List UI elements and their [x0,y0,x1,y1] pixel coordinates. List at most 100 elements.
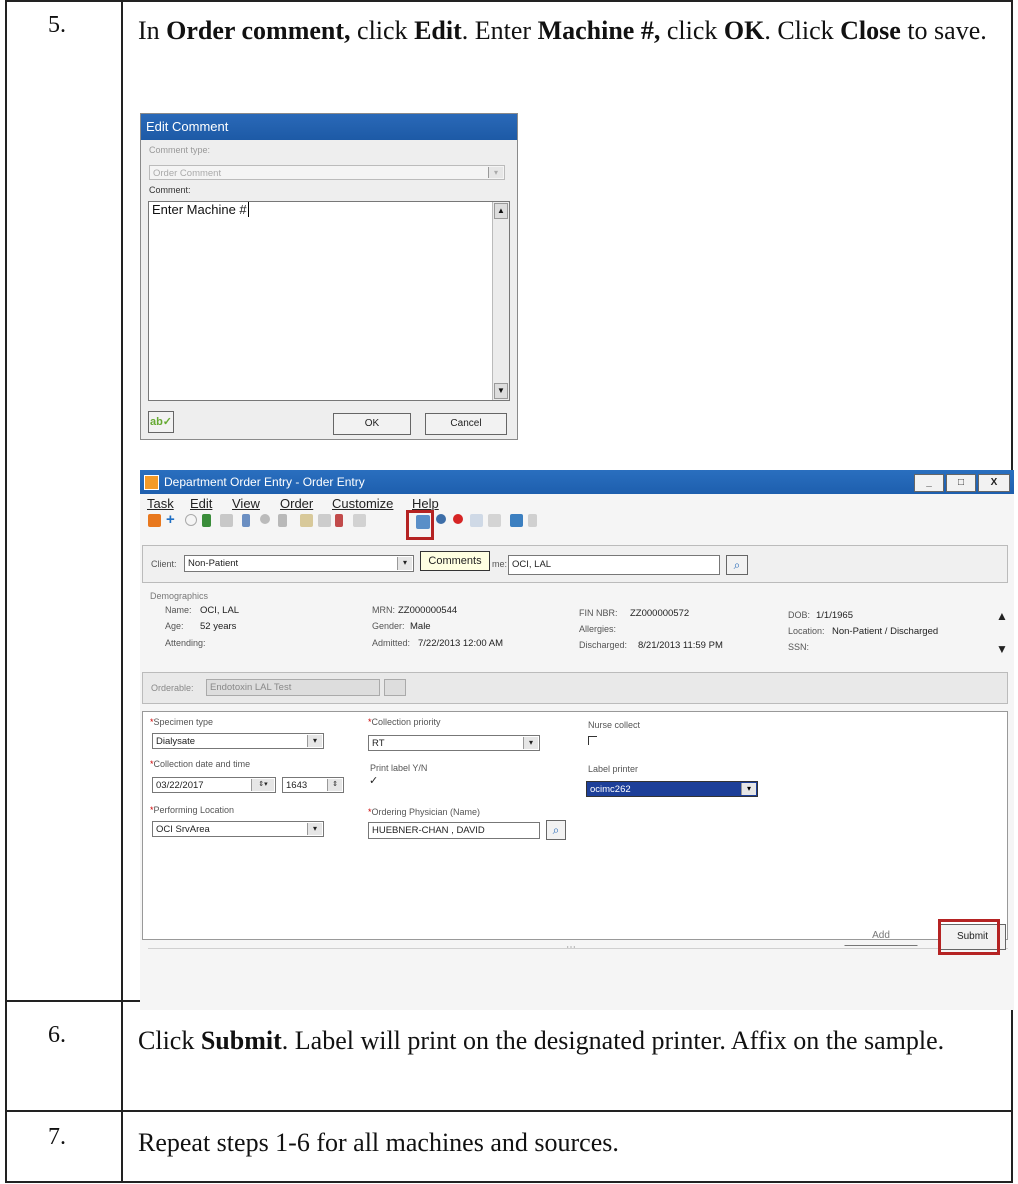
copy-icon[interactable] [220,514,233,527]
menu-customize[interactable]: Customize [332,496,393,511]
save-icon[interactable] [510,514,523,527]
menu-edit[interactable]: Edit [190,496,212,511]
admitted-value: 7/22/2013 12:00 AM [418,638,504,649]
maximize-button[interactable]: □ [946,474,976,492]
lab-icon[interactable] [335,514,343,527]
separator [148,948,1008,949]
step-number: 7. [48,1124,66,1150]
scroll-up-icon[interactable]: ▲ [996,609,1008,623]
name-field[interactable]: OCI, LAL [508,555,720,575]
submit-highlight [938,919,1000,955]
comment-type-select[interactable]: Order Comment ▾ [149,165,505,180]
client-select[interactable]: Non-Patient ▾ [184,555,414,572]
user-icon[interactable] [436,514,446,524]
comments-highlight [406,510,434,540]
ordering-physician-field[interactable]: HUEBNER-CHAN , DAVID [368,822,540,839]
modify-icon[interactable] [202,514,211,527]
comments-tooltip: Comments [420,551,490,571]
scrollbar[interactable]: ▲ ▼ [492,202,509,400]
collection-time-field[interactable]: 1643 ⇕ [282,777,344,793]
alert-icon[interactable] [453,514,463,524]
clipboard-icon[interactable] [353,514,366,527]
search-icon[interactable]: ⌕ [726,555,748,575]
folder-icon[interactable] [300,514,313,527]
date-spinner-icon[interactable]: ⇕▾ [251,779,274,791]
comment-textarea[interactable]: Enter Machine # ▲ ▼ [148,201,510,401]
menu-order[interactable]: Order [280,496,313,511]
close-button[interactable]: X [978,474,1010,492]
edit-comment-dialog: Edit Comment Comment type: Order Comment… [140,113,518,440]
performing-location-select[interactable]: OCI SrvArea ▾ [152,821,324,837]
time-spinner-icon[interactable]: ⇕ [327,779,342,791]
new-order-icon[interactable] [148,514,161,527]
specimen-type-label: *Specimen type [150,717,214,727]
add-button[interactable]: Add [844,926,918,946]
scroll-up-icon[interactable]: ▲ [494,203,508,219]
nurse-collect-label: Nurse collect [588,720,641,730]
orderable-field[interactable]: Endotoxin LAL Test [206,679,380,696]
chevron-down-icon: ▾ [488,167,503,178]
cancel-button[interactable]: Cancel [425,413,507,435]
nurse-collect-checkbox[interactable] [588,736,597,745]
chart-icon[interactable] [470,514,483,527]
mrn-label: MRN: [372,605,395,615]
scroll-down-icon[interactable]: ▼ [494,383,508,399]
refresh-icon[interactable] [260,514,270,524]
collection-priority-select[interactable]: RT ▾ [368,735,540,751]
ok-button[interactable]: OK [333,413,411,435]
performing-location-label: *Performing Location [150,805,235,815]
step-7-text: Repeat steps 1-6 for all machines and so… [138,1128,619,1157]
tag-icon[interactable] [528,514,537,527]
add-icon[interactable]: + [166,512,179,527]
print-icon[interactable] [242,514,250,527]
document-page: 5. In Order comment, click Edit. Enter M… [0,0,1018,1184]
age-value: 52 years [200,621,237,632]
ssn-label: SSN: [788,642,810,652]
menu-task[interactable]: Task [147,496,174,511]
specimen-type-select[interactable]: Dialysate ▾ [152,733,324,749]
document-icon[interactable] [318,514,331,527]
collection-date-field[interactable]: 03/22/2017 ⇕▾ [152,777,276,793]
app-icon [144,475,159,490]
location-label: Location: [788,626,825,636]
attending-label: Attending: [165,638,206,648]
admitted-label: Admitted: [372,638,411,648]
cancel-icon[interactable] [185,514,197,526]
chevron-down-icon: ▾ [523,737,538,749]
label-printer-select[interactable]: ocimc262 ▾ [586,781,758,797]
chevron-down-icon: ▾ [307,823,322,835]
print-label-checkbox[interactable]: ✓ [369,776,378,787]
print-label-label: Print label Y/N [370,763,428,773]
collection-priority-label: *Collection priority [368,717,441,727]
sign-icon[interactable] [278,514,287,527]
row-divider [5,1110,1013,1112]
menu-help[interactable]: Help [412,496,439,511]
splitter-grip[interactable]: ⋯ [566,942,576,953]
step-number: 5. [48,12,66,38]
discharged-value: 8/21/2013 11:59 PM [638,640,723,651]
menu-view[interactable]: View [232,496,260,511]
fin-label: FIN NBR: [579,608,618,618]
gender-label: Gender: [372,621,405,631]
step-6-text: Click Submit. Label will print on the de… [138,1026,945,1055]
chevron-down-icon: ▾ [307,735,322,747]
dob-label: DOB: [788,610,811,620]
flag-icon[interactable] [488,514,501,527]
minimize-button[interactable]: _ [914,474,944,492]
discharged-label: Discharged: [579,640,628,650]
orderable-search-icon[interactable] [384,679,406,696]
scroll-down-icon[interactable]: ▼ [996,642,1008,656]
allergies-label: Allergies: [579,624,617,634]
window-title: Department Order Entry - Order Entry [140,470,1014,494]
fin-value: ZZ000000572 [630,608,690,619]
physician-search-icon[interactable]: ⌕ [546,820,566,840]
dialog-title: Edit Comment [141,114,517,140]
location-value: Non-Patient / Discharged [832,626,939,637]
gender-value: Male [410,621,431,632]
column-divider [121,0,123,1183]
label-printer-label: Label printer [588,764,639,774]
spellcheck-icon[interactable]: ab✓ [148,411,174,433]
name-label: Name: [165,605,192,615]
client-label: Client: [151,559,177,569]
age-label: Age: [165,621,184,631]
